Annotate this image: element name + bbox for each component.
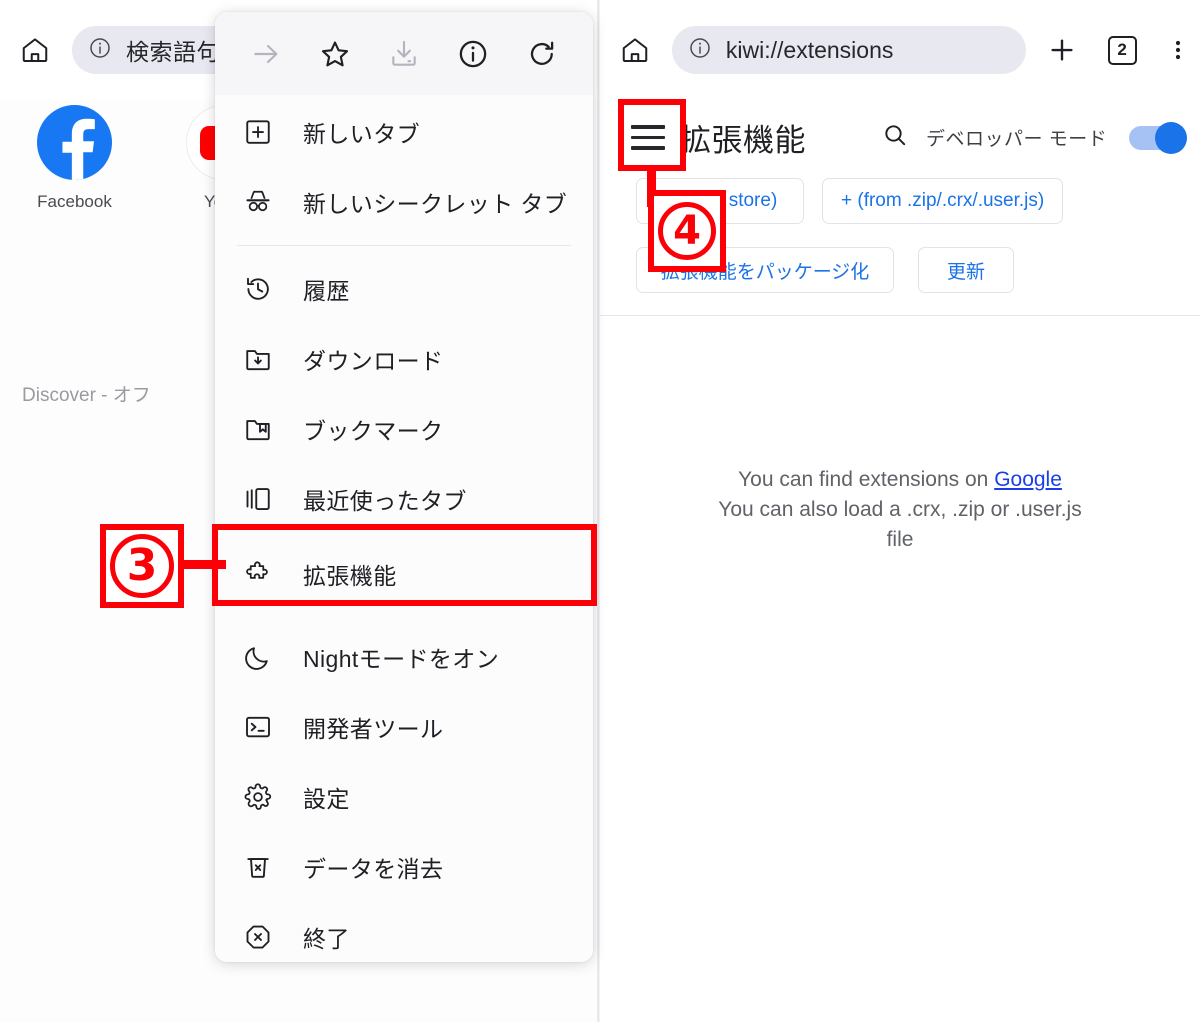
new-tab-button[interactable] [1040,28,1084,72]
menu-item-recent-tabs[interactable]: 最近使ったタブ [215,464,593,534]
menu-item-history[interactable]: 履歴 [215,254,593,324]
menu-item-night-mode[interactable]: Nightモードをオン [215,622,593,692]
menu-item-label: ダウンロード [303,348,444,374]
gear-icon [241,780,275,814]
download-folder-icon [241,342,275,376]
menu-item-label: 最近使ったタブ [303,488,467,514]
menu-item-list: 新しいタブ 新しいシークレット タブ 履歴 ダウンロード ブックマーク 最近使っ… [215,95,593,962]
star-icon[interactable] [313,32,357,76]
omnibox-text: 検索語句 [126,39,220,65]
puzzle-icon [241,557,275,591]
screenshot-root: 検索語句 Facebook YouT [0,0,1200,1022]
empty-state-line1-prefix: You can find extensions on [738,468,995,491]
menu-item-new-incognito-tab[interactable]: 新しいシークレット タブ [215,167,593,237]
menu-item-label: 新しいシークレット タブ [303,191,568,217]
menu-item-label: Nightモードをオン [303,646,500,672]
menu-item-bookmarks[interactable]: ブックマーク [215,394,593,464]
right-browser-screenshot: kiwi://extensions 2 拡張機能 デベロッパー モード stor… [600,0,1200,1022]
facebook-icon [37,105,112,180]
download-icon [382,32,426,76]
menu-item-label: 新しいタブ [303,121,420,147]
tab-switcher-button[interactable]: 2 [1100,28,1144,72]
incognito-icon [241,185,275,219]
info-icon[interactable] [451,32,495,76]
section-divider [600,315,1200,316]
home-icon[interactable] [616,31,654,69]
menu-item-label: 終了 [303,926,350,952]
reload-icon[interactable] [520,32,564,76]
history-icon [241,272,275,306]
right-browser-toolbar: kiwi://extensions 2 [600,0,1200,100]
menu-item-label: 拡張機能 [303,563,397,589]
tab-count-badge: 2 [1107,35,1137,65]
new-tab-icon [241,115,275,149]
moon-icon [241,640,275,674]
annotation-badge-3: 3 [100,524,184,608]
menu-item-clear-data[interactable]: データを消去 [215,832,593,902]
update-button[interactable]: 更新 [918,247,1014,293]
menu-item-extensions[interactable]: 拡張機能 [215,534,593,614]
menu-icon-bar [215,12,593,95]
empty-state-line2: You can also load a .crx, .zip or .user.… [718,497,1082,521]
hamburger-icon[interactable] [622,112,674,164]
page-title: 拡張機能 [680,123,806,158]
menu-item-downloads[interactable]: ダウンロード [215,324,593,394]
terminal-icon [241,710,275,744]
menu-item-developer-tools[interactable]: 開発者ツール [215,692,593,762]
empty-state-message: You can find extensions on Google You ca… [600,465,1200,554]
menu-item-label: 設定 [303,786,350,812]
menu-item-label: 履歴 [303,278,350,304]
forward-arrow-icon[interactable] [244,32,288,76]
address-bar-text: kiwi://extensions [725,36,894,63]
info-icon [688,36,712,65]
google-store-link[interactable]: Google [994,468,1062,491]
bookmark-folder-icon [241,412,275,446]
shortcut-label: Facebook [37,192,112,211]
exit-icon [241,920,275,954]
annotation-badge-4: 4 [648,190,726,272]
developer-mode-label: デベロッパー モード [926,129,1108,150]
discover-status: Discover - オフ [22,385,151,406]
menu-item-exit[interactable]: 終了 [215,902,593,962]
browser-overflow-menu: 新しいタブ 新しいシークレット タブ 履歴 ダウンロード ブックマーク 最近使っ… [215,12,593,962]
shortcut-facebook[interactable]: Facebook [0,105,149,212]
recent-tabs-icon [241,482,275,516]
developer-mode-toggle[interactable] [1129,121,1188,154]
menu-item-new-tab[interactable]: 新しいタブ [215,97,593,167]
menu-item-settings[interactable]: 設定 [215,762,593,832]
empty-state-line3: file [886,527,914,551]
menu-item-label: データを消去 [303,856,444,882]
extensions-page-header: 拡張機能 デベロッパー モード [600,100,1200,175]
three-dot-menu-icon[interactable] [1156,28,1200,72]
menu-item-label: 開発者ツール [303,716,444,742]
home-icon[interactable] [16,31,54,69]
annotation-badge-3-digit: 3 [110,534,174,598]
menu-item-label: ブックマーク [303,418,444,444]
annotation-badge-4-digit: 4 [658,202,716,260]
address-bar[interactable]: kiwi://extensions [671,26,1027,74]
add-from-file-button[interactable]: + (from .zip/.crx/.user.js) [822,178,1064,224]
search-icon[interactable] [882,122,908,153]
trash-icon [241,850,275,884]
info-icon [88,36,112,65]
menu-divider [237,245,571,246]
